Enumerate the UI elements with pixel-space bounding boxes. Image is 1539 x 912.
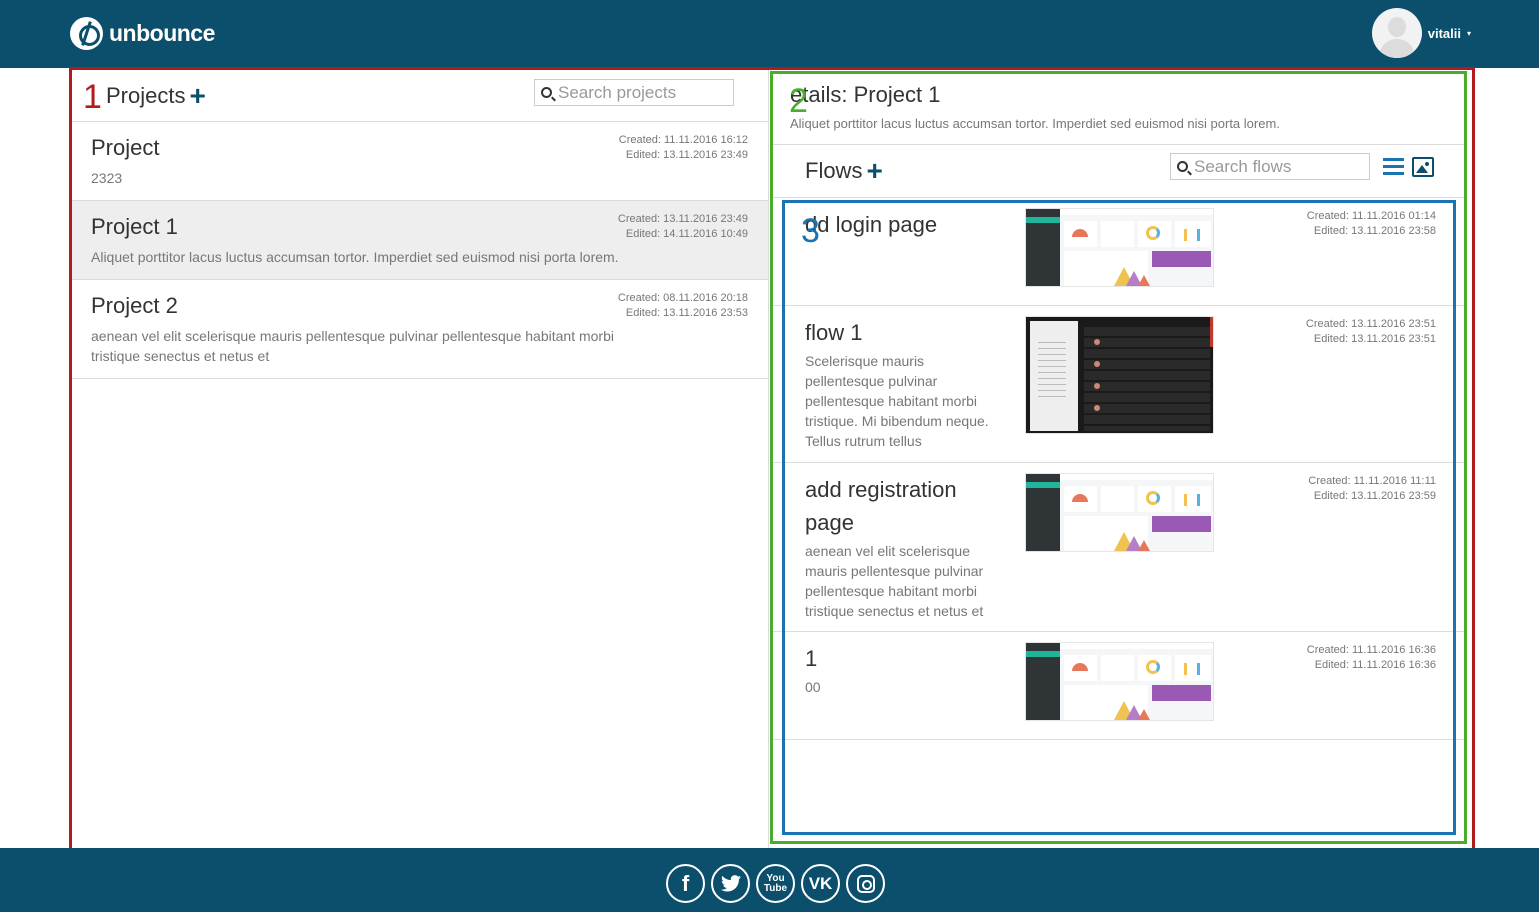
flows-title: Flows +	[805, 157, 883, 185]
flow-thumbnail	[1025, 208, 1214, 287]
add-flow-plus-icon[interactable]: +	[866, 157, 882, 185]
search-icon	[1177, 161, 1188, 172]
project-item[interactable]: Project 2323 Created: 11.11.2016 16:12 E…	[72, 122, 768, 201]
image-view-icon[interactable]	[1412, 157, 1434, 177]
flow-edited: Edited: 13.11.2016 23:58	[1313, 225, 1436, 237]
flow-item[interactable]: 1 00 Created: 11.11.2016 16:36 Edited: 1…	[773, 632, 1464, 740]
instagram-icon[interactable]	[846, 864, 885, 903]
unbounce-logo[interactable]: unbounce	[70, 16, 215, 50]
add-project-plus-icon[interactable]: +	[189, 82, 205, 110]
camera-glyph	[856, 874, 875, 893]
project-description: Aliquet porttitor lacus luctus accumsan …	[91, 249, 619, 265]
details-title: etails: Project 1	[790, 82, 941, 107]
flow-edited: Edited: 13.11.2016 23:59	[1313, 490, 1436, 502]
vk-icon[interactable]: VK	[801, 864, 840, 903]
flow-thumbnail	[1025, 642, 1214, 721]
flow-created: Created: 11.11.2016 01:14	[1306, 210, 1436, 222]
flow-description: aenean vel elit scelerisque mauris pelle…	[805, 543, 984, 619]
project-edited: Edited: 13.11.2016 23:53	[625, 307, 748, 319]
search-icon	[541, 87, 552, 98]
project-dates: Created: 11.11.2016 16:12 Edited: 13.11.…	[619, 133, 748, 163]
flows-title-label: Flows	[805, 158, 863, 183]
flow-edited: Edited: 11.11.2016 16:36	[1314, 659, 1436, 671]
youtube-label-top: You	[766, 872, 785, 884]
facebook-icon[interactable]: f	[666, 864, 705, 903]
youtube-label-bottom: Tube	[763, 882, 788, 894]
flow-dates: Created: 13.11.2016 23:51 Edited: 13.11.…	[1306, 317, 1436, 347]
user-menu[interactable]: vitalii ▾	[1371, 8, 1471, 58]
projects-panel: Projects + Project 2323 Created: 11.11.2…	[72, 70, 769, 849]
flow-dates: Created: 11.11.2016 11:11 Edited: 13.11.…	[1308, 474, 1436, 504]
project-edited: Edited: 13.11.2016 23:49	[625, 149, 748, 161]
details-description: Aliquet porttitor lacus luctus accumsan …	[790, 116, 1280, 131]
project-dates: Created: 13.11.2016 23:49 Edited: 14.11.…	[618, 212, 748, 242]
flow-item[interactable]: dd login page Created: 11.11.2016 01:14 …	[773, 198, 1464, 306]
project-description: aenean vel elit scelerisque mauris pelle…	[91, 328, 614, 364]
details-panel: etails: Project 1 Aliquet porttitor lacu…	[773, 74, 1464, 841]
details-header: etails: Project 1 Aliquet porttitor lacu…	[773, 74, 1464, 145]
project-description: 2323	[91, 170, 123, 186]
project-edited: Edited: 14.11.2016 10:49	[625, 228, 748, 240]
flow-title: flow 1	[805, 320, 863, 345]
twitter-icon[interactable]	[711, 864, 750, 903]
project-created: Created: 13.11.2016 23:49	[617, 213, 748, 225]
flow-dates: Created: 11.11.2016 01:14 Edited: 13.11.…	[1307, 209, 1436, 239]
search-flows-input[interactable]	[1194, 156, 1369, 177]
search-flows-box	[1170, 153, 1370, 180]
annotation-number-2: 2	[789, 82, 808, 120]
avatar	[1371, 8, 1422, 58]
list-view-icon[interactable]	[1383, 158, 1404, 176]
footer: f You Tube VK	[0, 848, 1539, 912]
user-name: vitalii	[1427, 25, 1461, 41]
annotation-number-1: 1	[83, 78, 102, 116]
flow-created: Created: 13.11.2016 23:51	[1305, 318, 1436, 330]
search-projects-box	[534, 79, 734, 106]
flow-thumbnail	[1025, 316, 1214, 434]
annotation-number-3: 3	[801, 212, 820, 250]
search-projects-input[interactable]	[558, 82, 733, 103]
project-item-selected[interactable]: Project 1 Aliquet porttitor lacus luctus…	[72, 201, 768, 280]
flows-header: Flows +	[773, 145, 1464, 198]
youtube-icon[interactable]: You Tube	[756, 864, 795, 903]
project-created: Created: 11.11.2016 16:12	[618, 134, 748, 146]
flow-created: Created: 11.11.2016 16:36	[1306, 644, 1436, 656]
flow-description: 00	[805, 679, 821, 695]
unbounce-logo-icon	[70, 16, 103, 50]
flow-item[interactable]: add registration page aenean vel elit sc…	[773, 463, 1464, 632]
flow-title: add registration page	[805, 477, 957, 535]
projects-title-label: Projects	[106, 83, 186, 108]
chevron-down-icon: ▾	[1466, 28, 1471, 38]
top-navbar: unbounce vitalii ▾	[0, 0, 1539, 68]
flow-dates: Created: 11.11.2016 16:36 Edited: 11.11.…	[1307, 643, 1436, 673]
flow-title: dd login page	[805, 212, 938, 237]
project-created: Created: 08.11.2016 20:18	[617, 292, 748, 304]
flow-created: Created: 11.11.2016 11:11	[1308, 475, 1436, 487]
flow-edited: Edited: 13.11.2016 23:51	[1313, 333, 1436, 345]
flow-title: 1	[805, 646, 818, 671]
projects-header: Projects +	[72, 70, 768, 122]
projects-title: Projects +	[106, 82, 206, 110]
social-links: f You Tube VK	[666, 864, 885, 903]
flow-description: Scelerisque mauris pellentesque pulvinar…	[805, 353, 989, 449]
flow-thumbnail	[1025, 473, 1214, 552]
project-dates: Created: 08.11.2016 20:18 Edited: 13.11.…	[618, 291, 748, 321]
logo-text: unbounce	[109, 19, 215, 46]
flow-item[interactable]: flow 1 Scelerisque mauris pellentesque p…	[773, 306, 1464, 463]
project-item[interactable]: Project 2 aenean vel elit scelerisque ma…	[72, 280, 768, 379]
